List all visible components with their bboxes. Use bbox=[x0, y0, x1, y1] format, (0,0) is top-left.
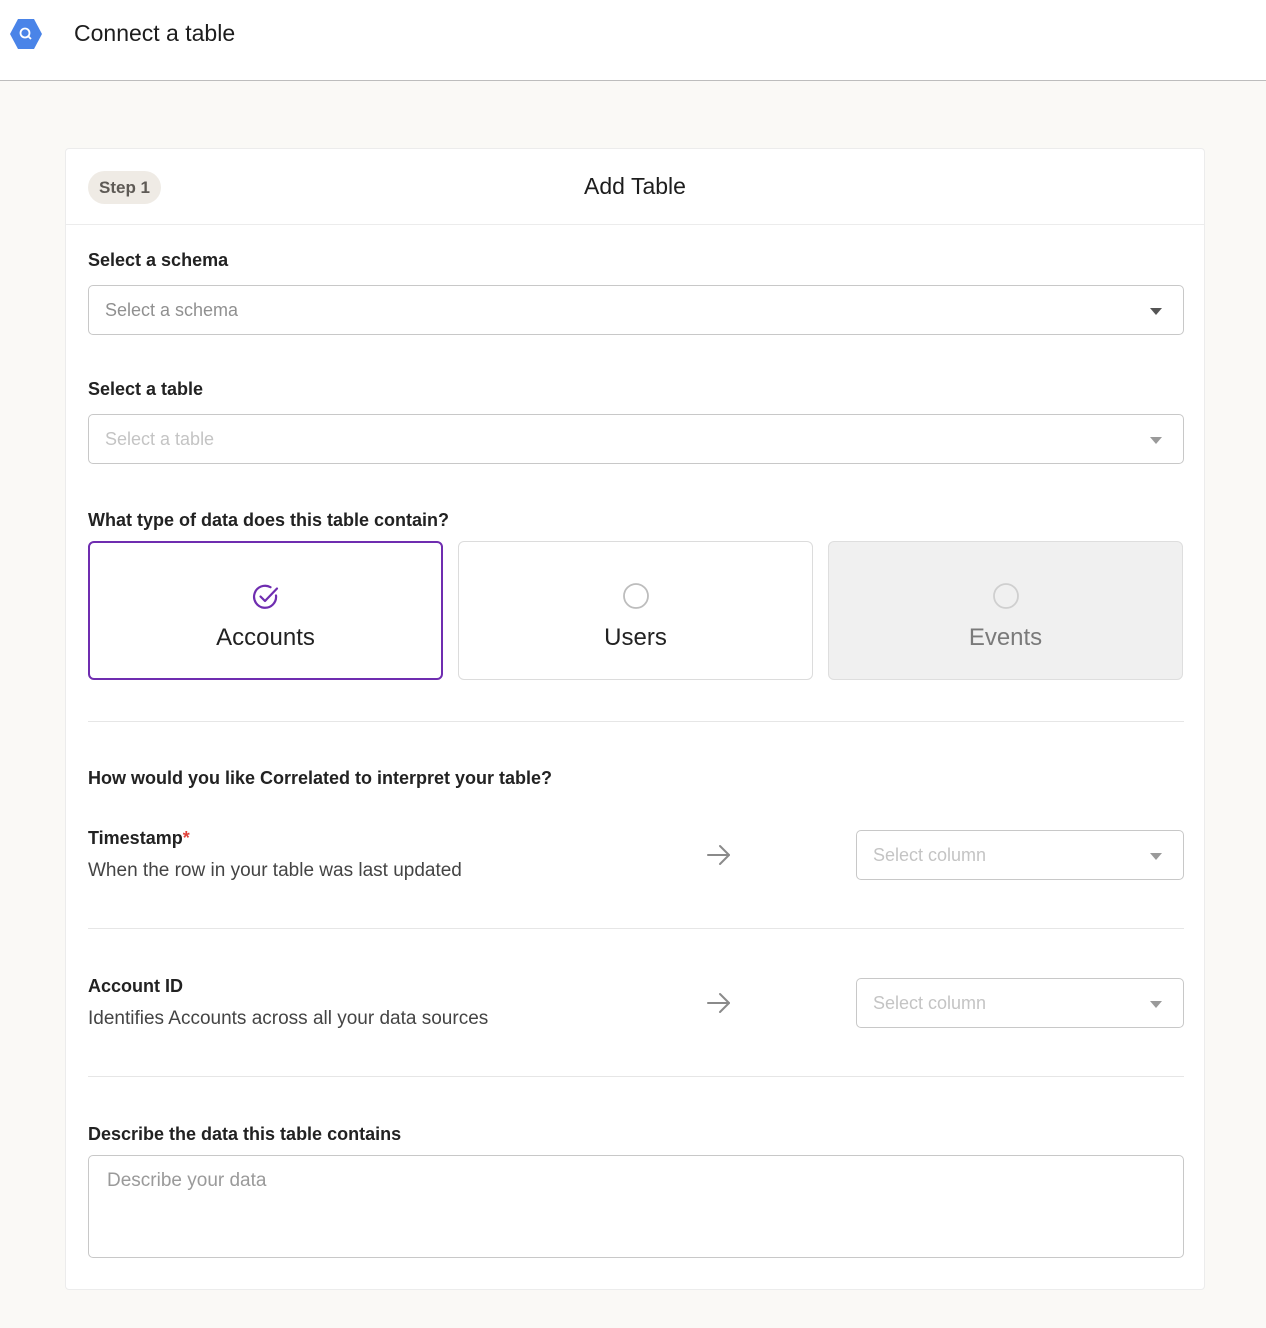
chevron-down-icon bbox=[1150, 853, 1162, 860]
type-option-accounts[interactable]: Accounts bbox=[88, 541, 443, 680]
table-label: Select a table bbox=[88, 379, 204, 399]
account-id-column-select[interactable]: Select column bbox=[856, 978, 1184, 1028]
interpret-question: How would you like Correlated to interpr… bbox=[88, 768, 553, 788]
chevron-down-icon bbox=[1150, 1001, 1162, 1008]
timestamp-description: When the row in your table was last upda… bbox=[88, 860, 462, 881]
table-select-placeholder: Select a table bbox=[105, 429, 215, 449]
describe-label: Describe the data this table contains bbox=[88, 1124, 402, 1144]
describe-textarea[interactable]: Describe your data bbox=[88, 1155, 1184, 1258]
card-title: Add Table bbox=[584, 173, 686, 199]
check-circle-icon bbox=[252, 584, 278, 609]
column-select-placeholder: Select column bbox=[873, 993, 987, 1013]
type-option-label: Accounts bbox=[216, 624, 315, 651]
timestamp-column-select[interactable]: Select column bbox=[856, 830, 1184, 880]
type-option-label: Events bbox=[968, 624, 1043, 651]
arrow-right-icon bbox=[707, 993, 730, 1013]
chevron-down-icon bbox=[1150, 437, 1162, 444]
timestamp-title: Timestamp* bbox=[88, 828, 190, 849]
schema-select[interactable]: Select a schema bbox=[88, 285, 1184, 335]
account-id-title: Account ID bbox=[88, 976, 183, 997]
type-option-label: Users bbox=[604, 624, 667, 651]
account-id-title-text: Account ID bbox=[88, 976, 184, 996]
bigquery-icon bbox=[10, 19, 42, 49]
chevron-down-icon bbox=[1150, 308, 1162, 315]
required-mark: * bbox=[182, 828, 190, 848]
schema-label: Select a schema bbox=[88, 250, 229, 270]
top-bar: Connect a table bbox=[0, 0, 1266, 81]
divider bbox=[88, 1076, 1184, 1077]
column-select-placeholder: Select column bbox=[873, 845, 987, 865]
data-type-question: What type of data does this table contai… bbox=[88, 510, 450, 530]
arrow-right-icon bbox=[707, 845, 730, 865]
schema-select-placeholder: Select a schema bbox=[105, 300, 239, 320]
radio-empty-icon bbox=[622, 583, 649, 609]
table-select[interactable]: Select a table bbox=[88, 414, 1184, 464]
radio-empty-icon bbox=[992, 583, 1019, 609]
page-title: Connect a table bbox=[74, 20, 236, 46]
divider bbox=[88, 928, 1184, 929]
describe-placeholder: Describe your data bbox=[107, 1170, 267, 1191]
type-option-users[interactable]: Users bbox=[458, 541, 813, 680]
divider bbox=[88, 721, 1184, 722]
add-table-card: Step 1 Add Table Select a schema Select … bbox=[65, 148, 1205, 1290]
account-id-description: Identifies Accounts across all your data… bbox=[88, 1008, 489, 1029]
timestamp-title-text: Timestamp bbox=[88, 828, 183, 848]
card-header: Step 1 Add Table bbox=[66, 149, 1204, 225]
type-option-events: Events bbox=[828, 541, 1183, 680]
